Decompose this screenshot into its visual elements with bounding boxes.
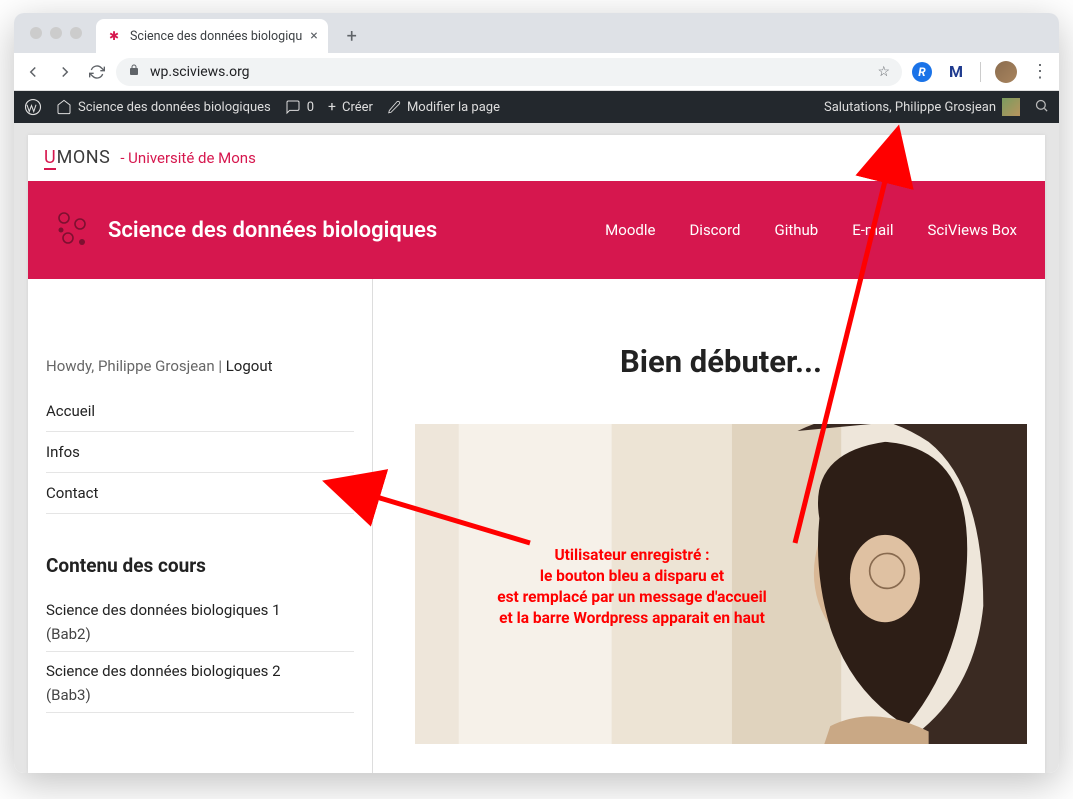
course-sub: (Bab3) [46,686,354,704]
nav-sciviews-box[interactable]: SciViews Box [928,221,1017,239]
logout-link[interactable]: Logout [226,357,273,375]
browser-tabs-bar: ✱ Science des données biologiqu × + [14,13,1059,53]
minimize-window-button[interactable] [50,27,62,39]
page-wrap: UMONS - Université de Mons [14,123,1059,773]
lock-icon [128,64,140,79]
forward-button[interactable] [56,63,74,81]
banner-title: Science des données biologiques [108,218,437,243]
course-item-2[interactable]: Science des données biologiques 2 (Bab3) [46,652,354,713]
wp-greeting-link[interactable]: Salutations, Philippe Grosjean [824,98,1020,116]
nav-email[interactable]: E-mail [852,221,893,239]
site-logo-icon[interactable] [56,210,90,250]
hero-image [415,424,1027,744]
browser-toolbar: wp.sciviews.org ☆ R M ⋮ [14,53,1059,91]
wp-edit-page-link[interactable]: Modifier la page [387,100,500,115]
browser-tab[interactable]: ✱ Science des données biologiqu × [96,19,328,53]
wp-new-label: Créer [342,100,373,115]
tab-title: Science des données biologiqu [130,29,302,44]
sidebar-link-accueil[interactable]: Accueil [46,391,354,432]
wp-new-link[interactable]: + Créer [328,99,373,115]
tab-favicon-icon: ✱ [106,28,122,44]
back-button[interactable] [24,63,42,81]
umons-logo-u: U [44,147,56,170]
window-controls [26,13,90,53]
wp-greeting: Salutations, Philippe Grosjean [824,100,996,115]
wp-logo-icon[interactable] [24,98,42,116]
new-tab-button[interactable]: + [338,22,366,50]
page-card: UMONS - Université de Mons [28,135,1045,773]
reload-button[interactable] [88,63,106,81]
nav-github[interactable]: Github [775,221,819,239]
wp-search-icon[interactable] [1034,98,1049,117]
address-bar[interactable]: wp.sciviews.org ☆ [116,58,902,86]
extensions-area: R M ⋮ [912,61,1049,83]
nav-moodle[interactable]: Moodle [605,221,655,239]
course-title: Science des données biologiques 2 [46,662,354,680]
bookmark-star-icon[interactable]: ☆ [877,64,890,80]
course-item-1[interactable]: Science des données biologiques 1 (Bab2) [46,591,354,652]
wp-admin-bar: Science des données biologiques 0 + Crée… [14,91,1059,123]
umons-logo[interactable]: UMONS [44,147,110,170]
browser-window: ✱ Science des données biologiqu × + wp.s… [14,13,1059,773]
howdy-sep: | [215,357,226,375]
main-content: Bien débuter... [373,279,1045,773]
browser-menu-icon[interactable]: ⋮ [1031,61,1049,82]
sidebar-link-infos[interactable]: Infos [46,432,354,473]
course-title: Science des données biologiques 1 [46,601,354,619]
profile-avatar[interactable] [995,61,1017,83]
wp-site-link[interactable]: Science des données biologiques [56,99,271,115]
url-text: wp.sciviews.org [150,64,250,80]
howdy-text: Howdy, Philippe Grosjean [46,357,215,375]
wp-comments-link[interactable]: 0 [285,99,314,115]
umons-header: UMONS - Université de Mons [28,135,1045,181]
wp-comments-count: 0 [307,100,314,115]
courses-heading: Contenu des cours [46,554,354,577]
plus-icon: + [328,99,336,115]
close-tab-icon[interactable]: × [310,28,317,44]
extension-m-icon[interactable]: M [946,62,966,82]
maximize-window-button[interactable] [70,27,82,39]
sidebar-link-contact[interactable]: Contact [46,473,354,514]
wp-site-name: Science des données biologiques [78,100,271,115]
page-viewport: Science des données biologiques 0 + Crée… [14,91,1059,773]
wp-edit-label: Modifier la page [407,100,500,115]
umons-logo-mons: MONS [57,147,111,168]
nav-discord[interactable]: Discord [689,221,740,239]
banner-nav: Moodle Discord Github E-mail SciViews Bo… [605,221,1017,239]
umons-subtitle: - Université de Mons [120,149,256,167]
page-title: Bien débuter... [415,343,1027,380]
sidebar: Howdy, Philippe Grosjean | Logout Accuei… [28,279,373,773]
extension-r-icon[interactable]: R [912,62,932,82]
howdy-row: Howdy, Philippe Grosjean | Logout [46,357,354,391]
divider [980,62,981,82]
close-window-button[interactable] [30,27,42,39]
site-banner: Science des données biologiques Moodle D… [28,181,1045,279]
wp-avatar [1002,98,1020,116]
main-split: Howdy, Philippe Grosjean | Logout Accuei… [28,279,1045,773]
course-sub: (Bab2) [46,625,354,643]
